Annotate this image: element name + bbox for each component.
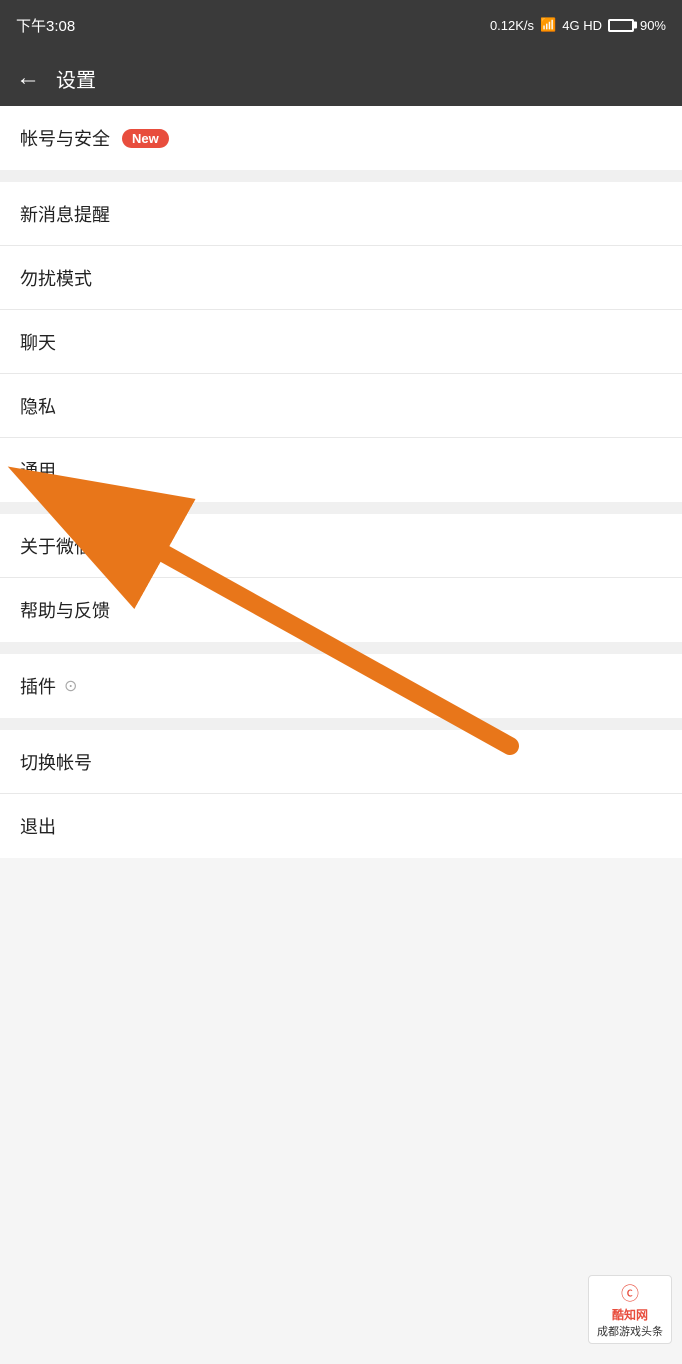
section-account: 帐号与安全 New bbox=[0, 106, 682, 170]
section-account-actions: 切换帐号 退出 bbox=[0, 730, 682, 858]
status-right: 0.12K/s 📶 4G HD 90% bbox=[490, 17, 666, 33]
switch-account-label: 切换帐号 bbox=[20, 749, 92, 775]
signal-label: 4G HD bbox=[562, 18, 602, 33]
network-speed: 0.12K/s bbox=[490, 18, 534, 33]
plugin-icon: ⊙ bbox=[64, 676, 77, 696]
status-time: 下午3:08 bbox=[16, 15, 75, 36]
battery-body-icon bbox=[608, 19, 634, 32]
content: 帐号与安全 New 新消息提醒 勿扰模式 聊天 隐私 通用 关于微信 帮助与反馈 bbox=[0, 106, 682, 858]
section-about: 关于微信 帮助与反馈 bbox=[0, 514, 682, 642]
menu-item-account-security[interactable]: 帐号与安全 New bbox=[0, 106, 682, 170]
page-title: 设置 bbox=[56, 64, 96, 93]
menu-item-logout[interactable]: 退出 bbox=[0, 794, 682, 858]
general-label: 通用 bbox=[20, 457, 56, 483]
plugin-label: 插件 bbox=[20, 673, 56, 699]
menu-item-dnd[interactable]: 勿扰模式 bbox=[0, 246, 682, 310]
watermark: ⓒ 酷知网 成都游戏头条 bbox=[588, 1275, 672, 1344]
chat-label: 聊天 bbox=[20, 329, 56, 355]
nav-bar: ← 设置 bbox=[0, 50, 682, 106]
back-button[interactable]: ← bbox=[16, 66, 40, 90]
watermark-bottom: 成都游戏头条 bbox=[597, 1323, 663, 1339]
battery-percent: 90% bbox=[640, 18, 666, 33]
about-label: 关于微信 bbox=[20, 533, 92, 559]
menu-item-help[interactable]: 帮助与反馈 bbox=[0, 578, 682, 642]
menu-item-new-message[interactable]: 新消息提醒 bbox=[0, 182, 682, 246]
menu-item-general[interactable]: 通用 bbox=[0, 438, 682, 502]
logout-label: 退出 bbox=[20, 813, 56, 839]
privacy-label: 隐私 bbox=[20, 393, 56, 419]
watermark-icon: ⓒ bbox=[621, 1280, 639, 1306]
new-message-label: 新消息提醒 bbox=[20, 201, 110, 227]
menu-item-plugin[interactable]: 插件 ⊙ bbox=[0, 654, 682, 718]
section-plugin: 插件 ⊙ bbox=[0, 654, 682, 718]
menu-item-chat[interactable]: 聊天 bbox=[0, 310, 682, 374]
menu-item-privacy[interactable]: 隐私 bbox=[0, 374, 682, 438]
new-badge: New bbox=[122, 129, 169, 148]
menu-item-switch-account[interactable]: 切换帐号 bbox=[0, 730, 682, 794]
status-bar: 下午3:08 0.12K/s 📶 4G HD 90% bbox=[0, 0, 682, 50]
battery-indicator bbox=[608, 19, 634, 32]
signal-icon: 📶 bbox=[540, 17, 556, 33]
section-notifications: 新消息提醒 勿扰模式 聊天 隐私 通用 bbox=[0, 182, 682, 502]
account-security-label: 帐号与安全 bbox=[20, 125, 110, 151]
dnd-label: 勿扰模式 bbox=[20, 265, 92, 291]
menu-item-about[interactable]: 关于微信 bbox=[0, 514, 682, 578]
watermark-top: 酷知网 bbox=[612, 1306, 648, 1323]
help-label: 帮助与反馈 bbox=[20, 597, 110, 623]
